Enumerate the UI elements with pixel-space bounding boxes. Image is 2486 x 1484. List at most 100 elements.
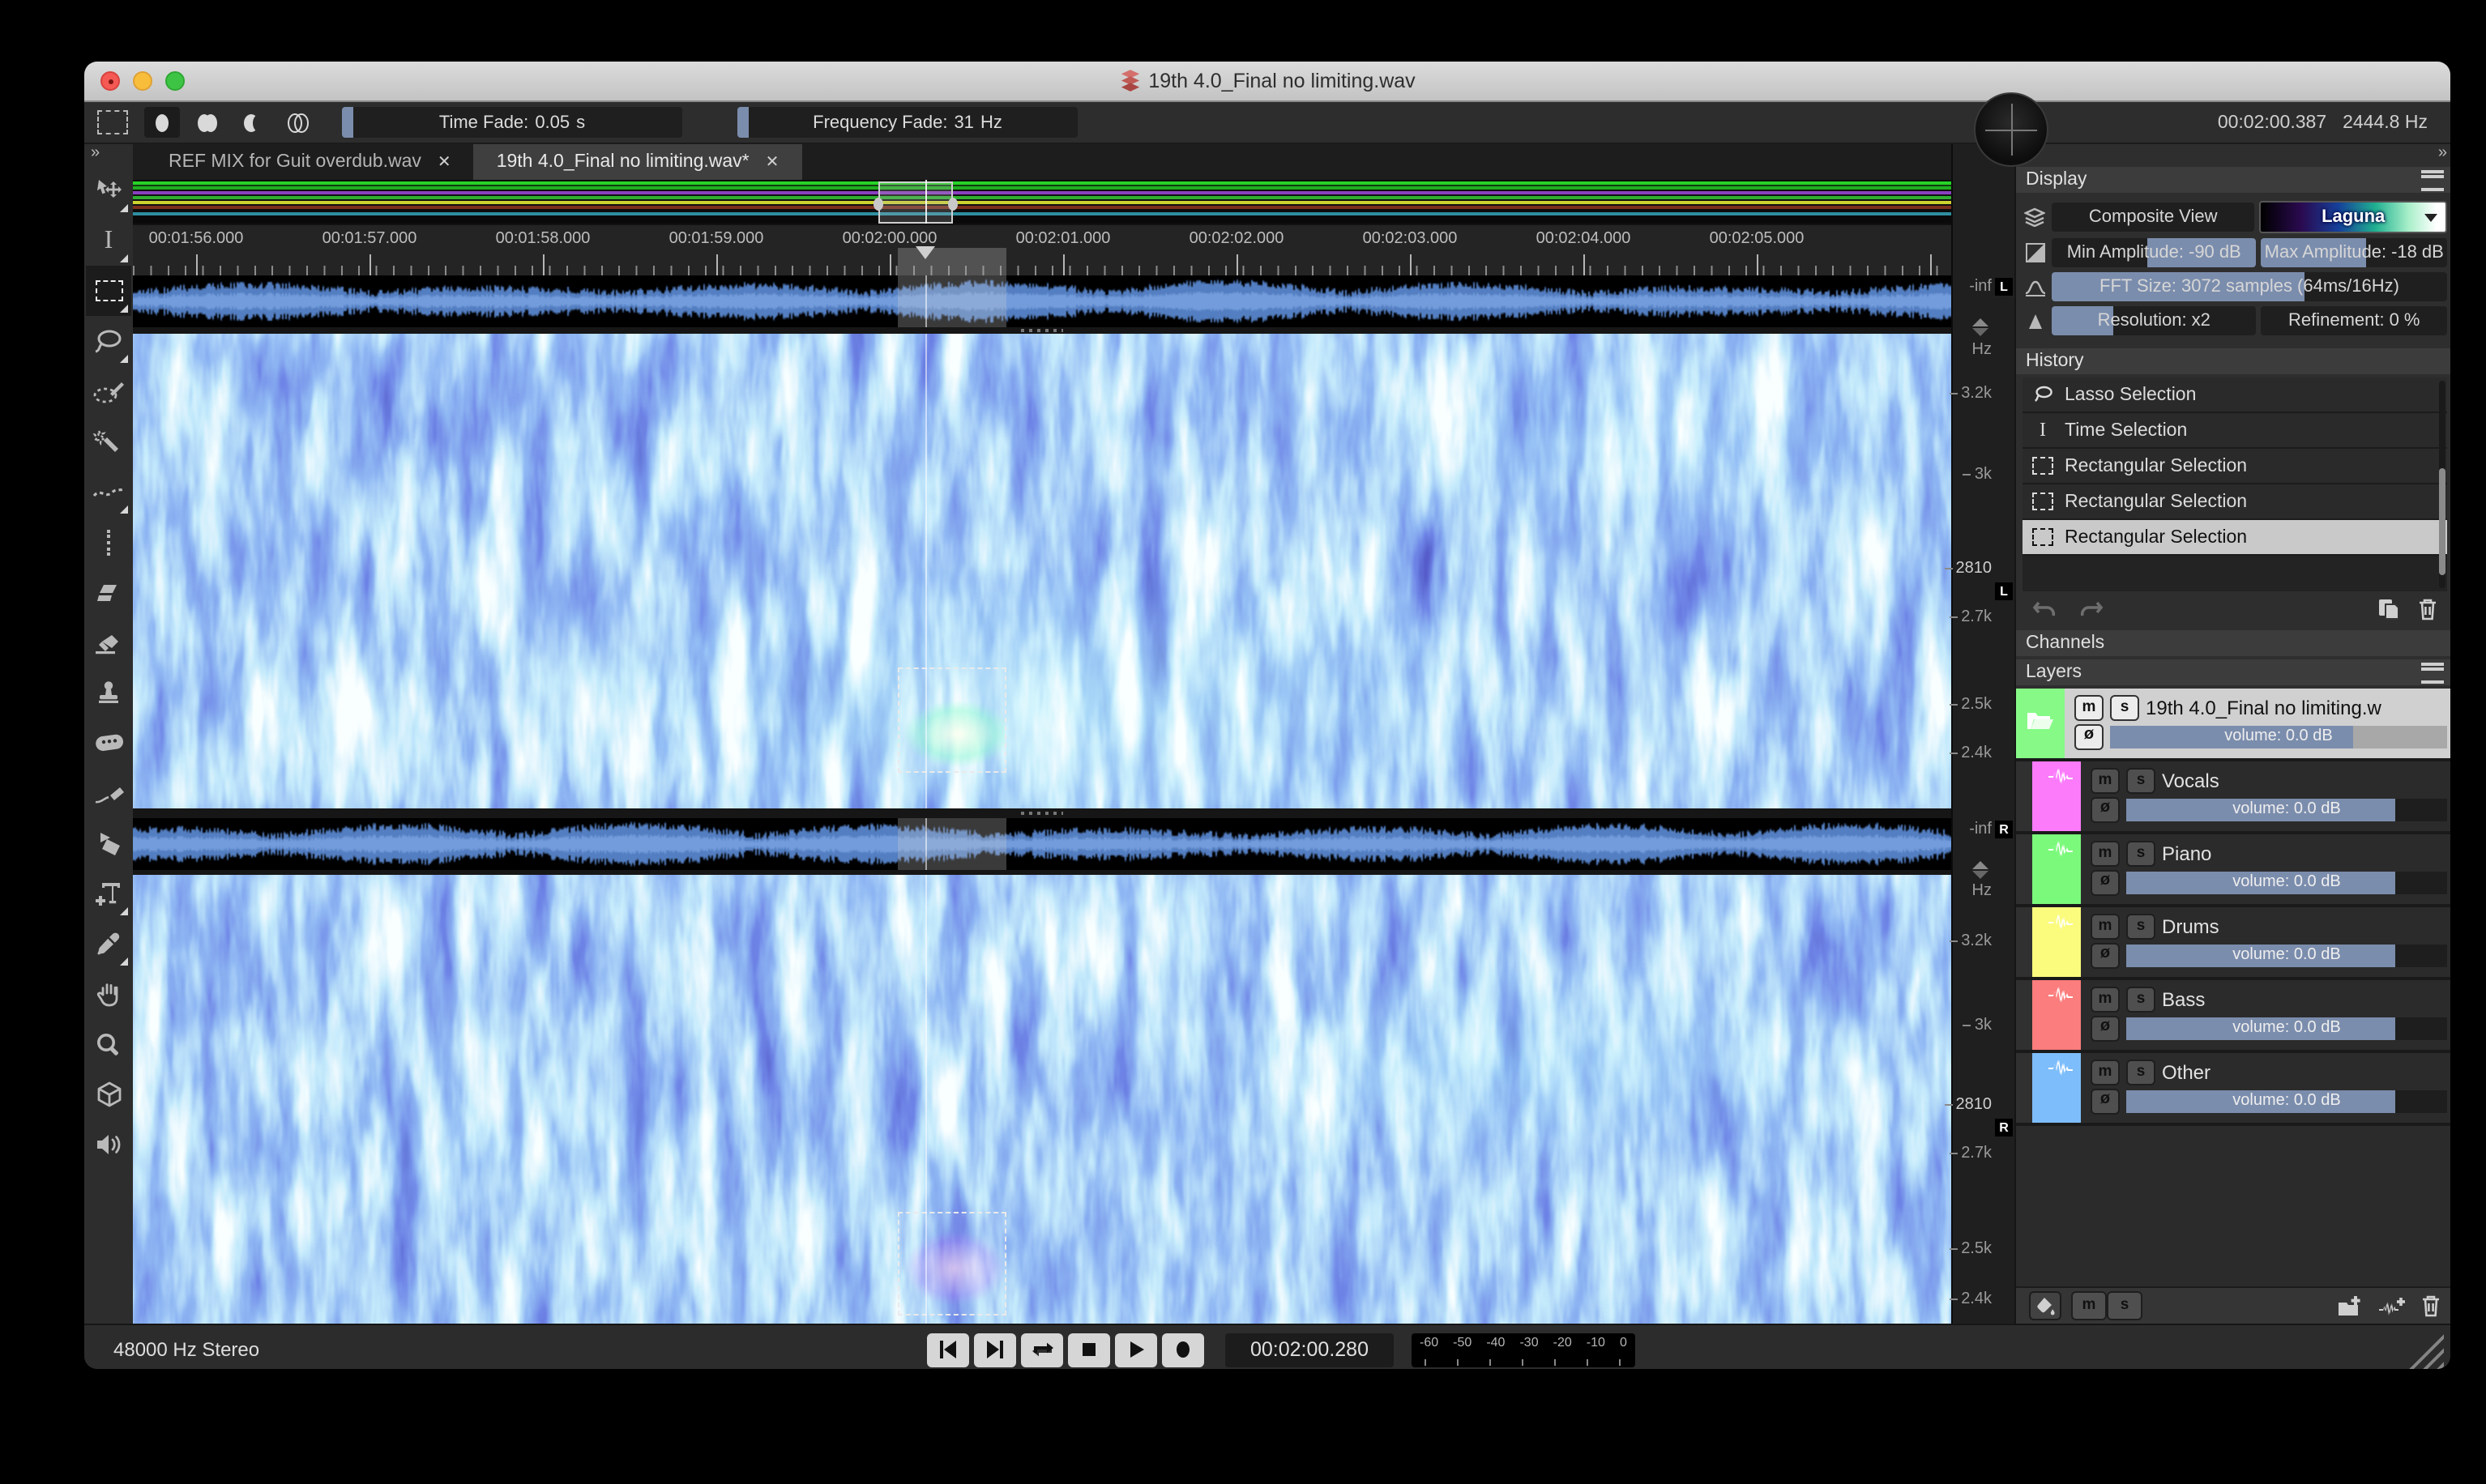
volume-slider[interactable]: volume: 0.0 dB (2110, 725, 2447, 748)
axis-zoom-arrows[interactable] (1972, 318, 1988, 336)
mute-button[interactable]: m (2074, 694, 2104, 720)
pane-divider[interactable] (133, 327, 1951, 334)
history-item[interactable]: Rectangular Selection (2023, 449, 2447, 484)
mute-button[interactable]: m (2091, 1059, 2120, 1085)
layer-row-piano[interactable]: m s Piano ø volume: 0.0 dB (2016, 834, 2450, 907)
layer-thumbnail[interactable] (2032, 834, 2081, 904)
selection-mode-subtract-button[interactable] (235, 107, 271, 138)
phase-invert-button[interactable]: ø (2091, 1015, 2120, 1041)
tab-close-icon[interactable]: ✕ (766, 153, 780, 171)
layer-thumbnail[interactable] (2032, 1053, 2081, 1123)
layer-name[interactable]: Drums (2162, 915, 2447, 937)
playback-tool-button[interactable] (86, 1119, 131, 1170)
tab-close-icon[interactable]: ✕ (438, 153, 451, 171)
clone-stamp-tool-button[interactable] (86, 667, 131, 718)
colormap-dropdown[interactable]: Laguna (2259, 201, 2447, 233)
solo-button[interactable]: s (2126, 767, 2155, 793)
new-group-icon[interactable] (2337, 1295, 2363, 1316)
selection-right-handle[interactable] (948, 198, 958, 211)
layer-row-drums[interactable]: m s Drums ø volume: 0.0 dB (2016, 907, 2450, 980)
text-tool-button[interactable] (86, 868, 131, 919)
history-panel-header[interactable]: History (2016, 348, 2450, 374)
tab-19th-final[interactable]: 19th 4.0_Final no limiting.wav* ✕ (473, 144, 802, 180)
frequency-axis[interactable]: -inf L Hz 3.2k 3k 2810 L 2.7k 2.5k 2.4k … (1951, 144, 2014, 1324)
volume-slider[interactable]: volume: 0.0 dB (2126, 871, 2447, 893)
navigation-wheel[interactable] (1974, 92, 2048, 167)
display-panel-header[interactable]: Display (2016, 167, 2450, 193)
waveform-strip-right[interactable] (133, 818, 1951, 870)
file-overview-strip[interactable] (133, 180, 1951, 224)
volume-slider[interactable]: volume: 0.0 dB (2126, 798, 2447, 821)
redo-icon[interactable] (2079, 599, 2104, 619)
loop-playback-button[interactable] (1021, 1333, 1063, 1367)
playhead-marker[interactable] (916, 246, 935, 259)
phase-invert-button[interactable]: ø (2091, 942, 2120, 968)
rectangular-selection-left[interactable] (898, 667, 1006, 773)
layer-thumbnail[interactable] (2032, 761, 2081, 831)
layer-name[interactable]: 19th 4.0_Final no limiting.w (2146, 696, 2447, 719)
minimize-window-button[interactable] (133, 71, 152, 91)
spectrogram-right-channel[interactable] (133, 875, 1951, 1325)
stop-button[interactable] (1068, 1333, 1110, 1367)
layers-solo-all-button[interactable]: s (2107, 1291, 2142, 1320)
zoom-tool-button[interactable] (86, 1019, 131, 1069)
brush-selection-tool-button[interactable] (86, 366, 131, 416)
phase-invert-button[interactable]: ø (2091, 796, 2120, 822)
layer-name[interactable]: Piano (2162, 842, 2447, 864)
time-ruler[interactable]: 00:01:56.000 00:01:57.000 00:01:58.000 0… (133, 224, 1951, 275)
layers-mute-all-button[interactable]: m (2071, 1291, 2107, 1320)
eraser-tool-button[interactable] (86, 567, 131, 617)
layer-name[interactable]: Other (2162, 1060, 2447, 1083)
pane-divider[interactable] (133, 808, 1951, 818)
volume-slider[interactable]: volume: 0.0 dB (2126, 1017, 2447, 1039)
amplifier-tool-button[interactable] (86, 617, 131, 667)
duplicate-icon[interactable] (2377, 598, 2398, 620)
pencil-tool-button[interactable] (86, 768, 131, 818)
min-amplitude-field[interactable]: Min Amplitude: -90 dB (2052, 238, 2257, 267)
spectrogram-left-channel[interactable] (133, 334, 1951, 808)
layer-thumbnail[interactable] (2032, 907, 2081, 977)
go-to-end-button[interactable] (974, 1333, 1016, 1367)
magic-wand-tool-button[interactable] (86, 416, 131, 467)
history-scrollbar[interactable] (2439, 381, 2445, 588)
selection-mode-replace-button[interactable] (144, 107, 180, 138)
waveform-strip-left[interactable] (133, 275, 1951, 327)
overview-selection-range[interactable] (874, 181, 958, 224)
selection-mode-add-button[interactable] (190, 107, 225, 138)
layer-row-vocals[interactable]: m s Vocals ø volume: 0.0 dB (2016, 761, 2450, 834)
selection-mode-intersect-button[interactable] (280, 107, 316, 138)
tools-overflow-icon[interactable]: » (84, 144, 133, 165)
resolution-field[interactable]: Resolution: x2 (2052, 306, 2257, 335)
window-resize-grip[interactable] (2408, 1333, 2444, 1369)
axis-zoom-arrows[interactable] (1972, 861, 1988, 879)
mute-button[interactable]: m (2091, 767, 2120, 793)
phase-invert-button[interactable]: ø (2074, 723, 2104, 749)
transform-tool-button[interactable] (86, 165, 131, 215)
solo-button[interactable]: s (2126, 1059, 2155, 1085)
refinement-field[interactable]: Refinement: 0 % (2261, 306, 2447, 335)
trash-icon[interactable] (2418, 598, 2437, 620)
spray-tool-button[interactable] (86, 818, 131, 868)
rectangular-selection-tool-button[interactable] (86, 266, 131, 316)
fft-size-field[interactable]: FFT Size: 3072 samples (64ms/16Hz) (2052, 272, 2447, 301)
delete-layer-trash-icon[interactable] (2421, 1294, 2441, 1317)
time-fade-field[interactable]: Time Fade: 0.05 s (342, 107, 682, 138)
frequency-fade-field[interactable]: Frequency Fade: 31 Hz (737, 107, 1078, 138)
layer-thumbnail[interactable] (2032, 980, 2081, 1050)
play-button[interactable] (1115, 1333, 1157, 1367)
zoom-window-button[interactable] (165, 71, 185, 91)
solo-button[interactable]: s (2110, 694, 2139, 720)
hand-tool-button[interactable] (86, 969, 131, 1019)
history-item[interactable]: I Time Selection (2023, 413, 2447, 449)
tab-ref-mix[interactable]: REF MIX for Guit overdub.wav ✕ (146, 144, 474, 180)
layer-thumbnail[interactable] (2016, 689, 2065, 758)
retouch-tool-button[interactable] (86, 718, 131, 768)
new-layer-icon[interactable] (2379, 1295, 2405, 1316)
panel-overflow-icon[interactable]: » (2016, 144, 2450, 164)
layers-panel-header[interactable]: Layers (2016, 659, 2450, 685)
composite-view-button[interactable]: Composite View (2052, 203, 2255, 232)
layer-row-other[interactable]: m s Other ø volume: 0.0 dB (2016, 1053, 2450, 1126)
max-amplitude-field[interactable]: Max Amplitude: -18 dB (2261, 238, 2447, 267)
selection-left-handle[interactable] (874, 198, 883, 211)
3d-view-tool-button[interactable] (86, 1069, 131, 1119)
